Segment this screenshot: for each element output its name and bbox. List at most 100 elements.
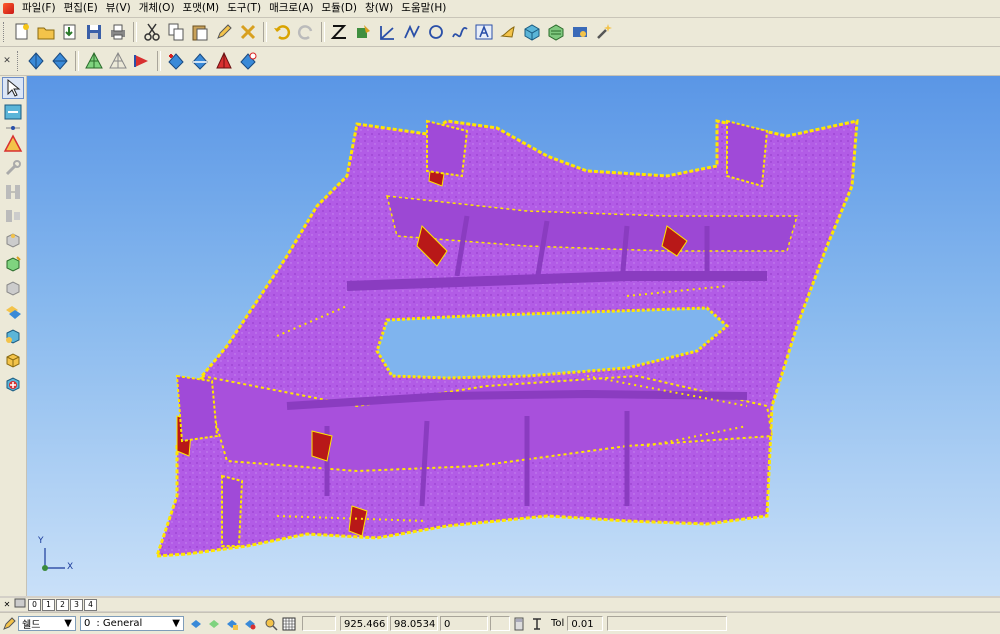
undo-icon[interactable] <box>271 21 293 43</box>
toolbar-grip[interactable] <box>3 22 7 42</box>
layer-group-select[interactable]: 0 : General ▼ <box>80 616 184 631</box>
menu-view[interactable]: 뷰(V) <box>102 0 135 17</box>
chevron-down-icon[interactable]: ▼ <box>169 618 183 629</box>
menu-edit[interactable]: 편집(E) <box>60 0 102 17</box>
print-icon[interactable] <box>107 21 129 43</box>
scanned-part-model <box>154 119 859 558</box>
layer-pencil-icon[interactable] <box>1 616 17 632</box>
tolerance-value[interactable]: 0.01 <box>567 616 604 631</box>
toolbar-grip[interactable] <box>17 51 21 71</box>
3d-viewport[interactable]: Y X <box>27 76 1000 596</box>
app-icon[interactable] <box>3 3 14 14</box>
tolerance-label: Tol <box>551 618 565 629</box>
point-icon[interactable] <box>497 21 519 43</box>
page-tab-3[interactable]: 3 <box>70 598 83 611</box>
menu-file[interactable]: 파일(F) <box>18 0 60 17</box>
layer-select[interactable]: 쉘드 ▼ <box>18 616 76 631</box>
close-icon[interactable]: ✕ <box>2 56 12 66</box>
surface-icon[interactable] <box>545 21 567 43</box>
menu-tools[interactable]: 도구(T) <box>223 0 265 17</box>
page-tab-4[interactable]: 4 <box>84 598 97 611</box>
mesh-icon[interactable] <box>569 21 591 43</box>
toolbar-separator <box>321 22 325 42</box>
add-solid-icon[interactable] <box>2 373 24 395</box>
sketch-icon[interactable] <box>329 21 351 43</box>
page-tab-2[interactable]: 2 <box>56 598 69 611</box>
calculator-icon[interactable] <box>511 616 527 632</box>
grid-icon[interactable] <box>281 616 297 632</box>
empty-status-field <box>302 616 336 631</box>
mirror-icon[interactable] <box>2 205 24 227</box>
polyline-icon[interactable] <box>401 21 423 43</box>
save-icon[interactable] <box>83 21 105 43</box>
align-icon[interactable] <box>2 181 24 203</box>
cut-icon[interactable] <box>141 21 163 43</box>
redo-icon[interactable] <box>295 21 317 43</box>
zoom-view-icon[interactable] <box>237 50 259 72</box>
axis-indicator: Y X <box>35 536 75 578</box>
import-icon[interactable] <box>59 21 81 43</box>
wire-view-icon[interactable] <box>107 50 129 72</box>
open-folder-icon[interactable] <box>35 21 57 43</box>
status-bar: 쉘드 ▼ 0 : General ▼ 925.466 98.0534 0 Tol… <box>0 612 1000 634</box>
layer-index: 0 <box>84 618 91 629</box>
menu-help[interactable]: 도움말(H) <box>397 0 450 17</box>
left-toolbar <box>0 76 27 596</box>
solid-cube-icon[interactable] <box>2 349 24 371</box>
shade-view-icon[interactable] <box>131 50 153 72</box>
tolerance-icon[interactable] <box>529 616 545 632</box>
text-icon[interactable] <box>473 21 495 43</box>
magic-icon[interactable] <box>593 21 615 43</box>
page-tabs: ✕ 0 1 2 3 4 <box>0 598 1000 611</box>
toolbar-separator <box>133 22 137 42</box>
chevron-down-icon[interactable]: ▼ <box>61 618 75 629</box>
close-icon[interactable]: ✕ <box>0 600 14 609</box>
curve-icon[interactable] <box>449 21 471 43</box>
shape-icon[interactable] <box>2 301 24 323</box>
layer-group: : General <box>96 618 143 629</box>
transform-icon[interactable] <box>2 101 24 123</box>
menu-window[interactable]: 창(W) <box>361 0 397 17</box>
solid-icon[interactable] <box>521 21 543 43</box>
mesh-view-icon[interactable] <box>83 50 105 72</box>
layer-lock-icon[interactable] <box>224 616 240 632</box>
select-arrow-icon[interactable] <box>2 77 24 99</box>
layer-off-icon[interactable] <box>206 616 222 632</box>
layer-pen-icon[interactable] <box>14 598 28 611</box>
paste-icon[interactable] <box>189 21 211 43</box>
paint-icon[interactable] <box>353 21 375 43</box>
pyramid-icon[interactable] <box>213 50 235 72</box>
menu-bar: 파일(F) 편집(E) 뷰(V) 개체(O) 포맷(M) 도구(T) 매크로(A… <box>0 0 1000 18</box>
page-tab-1[interactable]: 1 <box>42 598 55 611</box>
edit-pen-icon[interactable] <box>213 21 235 43</box>
layer-color-icon[interactable] <box>242 616 258 632</box>
measure-icon[interactable] <box>2 133 24 155</box>
circle-icon[interactable] <box>425 21 447 43</box>
wrench-icon[interactable] <box>2 157 24 179</box>
section-icon[interactable] <box>165 50 187 72</box>
shell-icon[interactable] <box>2 277 24 299</box>
view-side-icon[interactable] <box>49 50 71 72</box>
menu-object[interactable]: 개체(O) <box>135 0 179 17</box>
axis-y-label: Y <box>38 536 44 546</box>
menu-module[interactable]: 모듈(D) <box>317 0 361 17</box>
view-front-icon[interactable] <box>25 50 47 72</box>
coord-x: 925.466 <box>340 616 388 631</box>
offset-icon[interactable] <box>2 253 24 275</box>
layer-on-icon[interactable] <box>188 616 204 632</box>
delete-icon[interactable] <box>237 21 259 43</box>
clip-icon[interactable] <box>189 50 211 72</box>
toolbar-separator <box>4 124 22 132</box>
menu-macro[interactable]: 매크로(A) <box>265 0 317 17</box>
line-icon[interactable] <box>377 21 399 43</box>
snap-icon[interactable] <box>263 616 279 632</box>
coord-z: 0 <box>440 616 488 631</box>
solid-box-icon[interactable] <box>2 325 24 347</box>
copy-icon[interactable] <box>165 21 187 43</box>
page-tab-0[interactable]: 0 <box>28 598 41 611</box>
menu-format[interactable]: 포맷(M) <box>179 0 224 17</box>
coord-y: 98.0534 <box>390 616 438 631</box>
cube-tool-icon[interactable] <box>2 229 24 251</box>
new-file-icon[interactable] <box>11 21 33 43</box>
view-toolbar: ✕ <box>0 47 1000 76</box>
